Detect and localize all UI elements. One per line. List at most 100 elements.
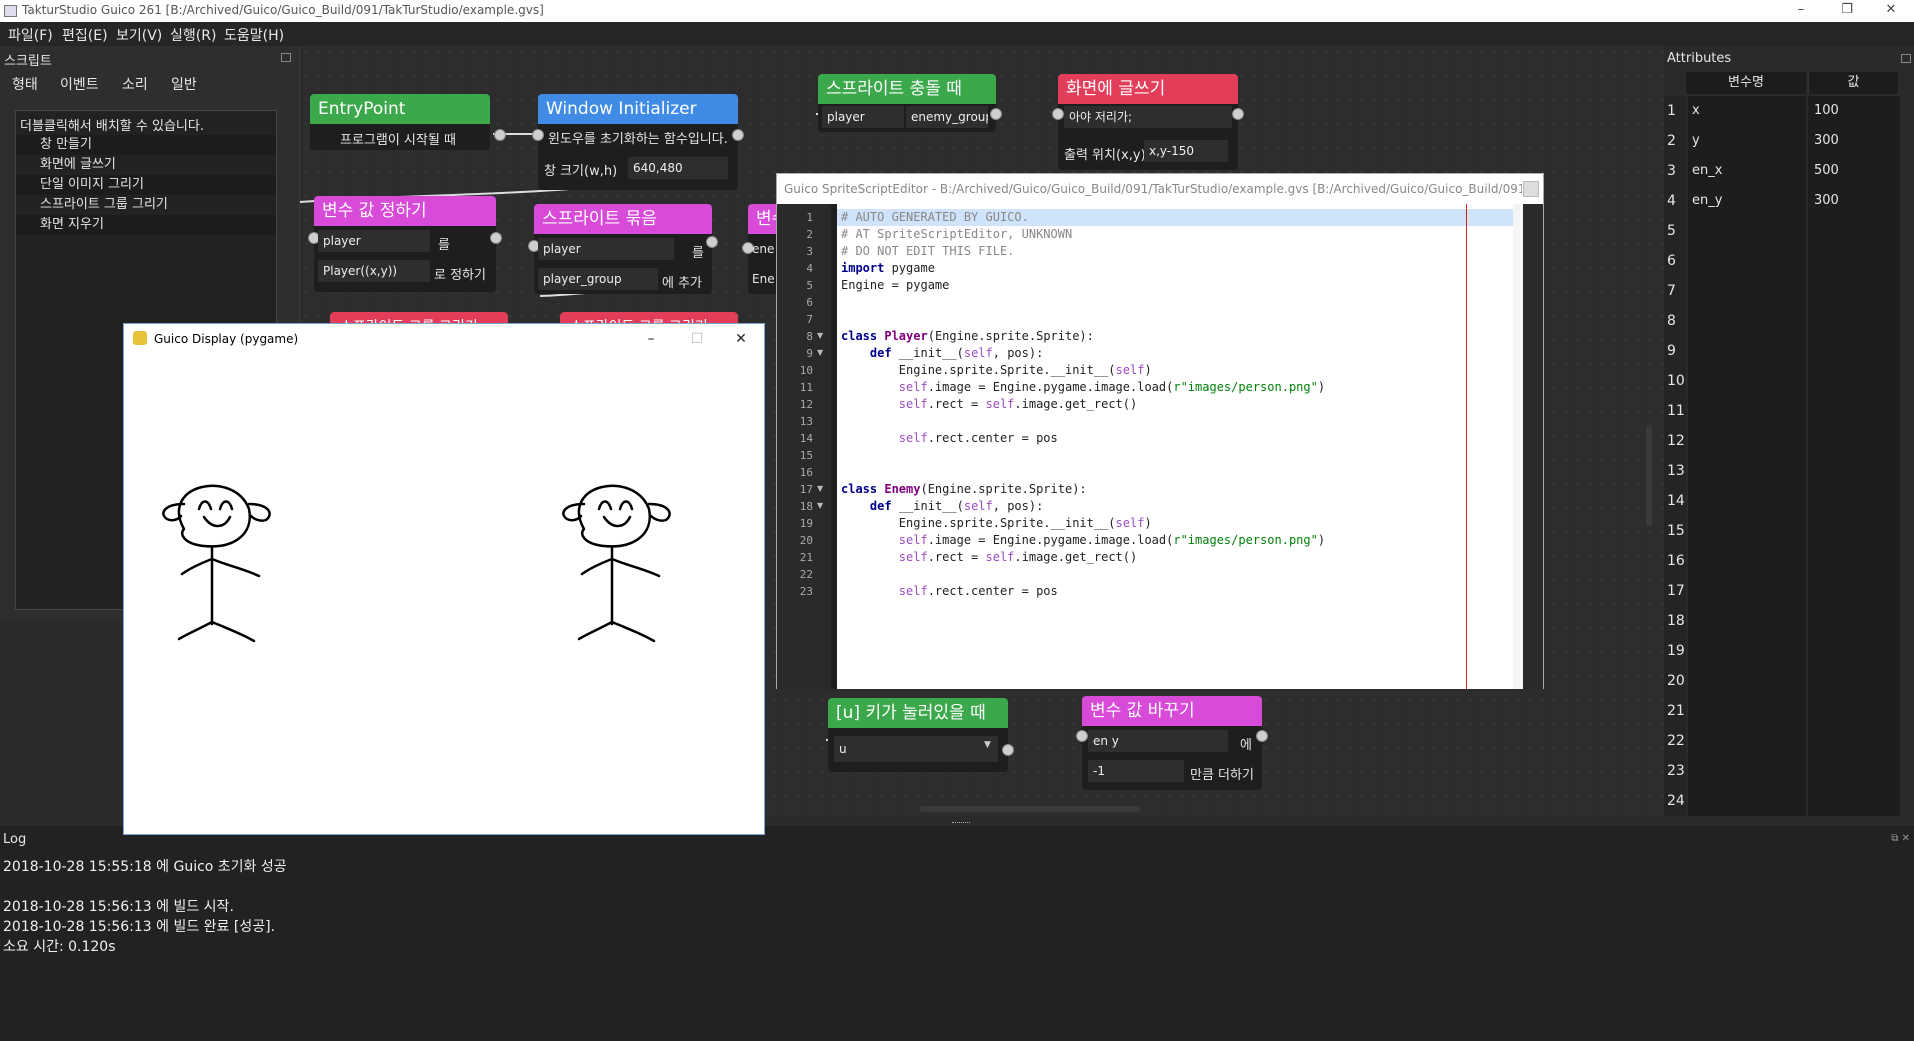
attribute-name-cell[interactable] (1688, 426, 1806, 456)
node-sprite-group[interactable]: 스프라이트 묶음 player 를 player_group 에 추가 (528, 204, 718, 294)
attribute-value-cell[interactable] (1808, 756, 1900, 786)
code-line[interactable]: def __init__(self, pos): (841, 345, 1043, 362)
attribute-name-cell[interactable] (1688, 516, 1806, 546)
list-item[interactable]: 창 만들기 (16, 135, 276, 155)
attribute-value-cell[interactable] (1808, 516, 1900, 546)
menu-run[interactable]: 실행(R) (170, 25, 216, 45)
minimize-button[interactable]: – (1778, 0, 1824, 22)
row-number[interactable]: 9 (1664, 336, 1686, 366)
output-port[interactable] (732, 129, 744, 141)
sprite-group-name-field[interactable]: player_group (538, 268, 658, 290)
row-number[interactable]: 12 (1664, 426, 1686, 456)
column-header-name[interactable]: 변수명 (1686, 72, 1806, 94)
row-number[interactable]: 6 (1664, 246, 1686, 276)
attribute-name-cell[interactable] (1688, 786, 1806, 816)
attribute-name-cell[interactable] (1688, 486, 1806, 516)
row-number[interactable]: 13 (1664, 456, 1686, 486)
attribute-name-cell[interactable] (1688, 216, 1806, 246)
attribute-value-cell[interactable] (1808, 276, 1900, 306)
menu-edit[interactable]: 편집(E) (62, 25, 108, 45)
code-line[interactable]: self.rect.center = pos (841, 583, 1058, 600)
attribute-name-cell[interactable] (1688, 306, 1806, 336)
row-number[interactable]: 16 (1664, 546, 1686, 576)
attribute-value-cell[interactable] (1808, 786, 1900, 816)
tab-event[interactable]: 이벤트 (60, 74, 99, 94)
attribute-name-cell[interactable] (1688, 666, 1806, 696)
attribute-value-cell[interactable] (1808, 486, 1900, 516)
row-number[interactable]: 22 (1664, 726, 1686, 756)
code-line[interactable]: Engine.sprite.Sprite.__init__(self) (841, 362, 1152, 379)
canvas-h-scrollbar[interactable] (920, 806, 1140, 812)
attribute-value-cell[interactable]: 100 (1808, 96, 1900, 126)
row-number[interactable]: 14 (1664, 486, 1686, 516)
input-port[interactable] (1052, 108, 1064, 120)
collide-sprite-field[interactable]: player (822, 106, 904, 128)
code-line[interactable]: # AUTO GENERATED BY GUICO. (841, 209, 1029, 226)
attribute-name-cell[interactable] (1688, 276, 1806, 306)
attribute-value-cell[interactable] (1808, 546, 1900, 576)
code-line[interactable]: # AT SpriteScriptEditor, UNKNOWN (841, 226, 1072, 243)
attribute-name-cell[interactable]: en_y (1688, 186, 1806, 216)
float-panel-icon[interactable] (1901, 54, 1911, 63)
node-change-variable[interactable]: 변수 값 바꾸기 en y 에 -1 만큼 더하기 (1076, 696, 1268, 790)
canvas-v-scrollbar[interactable] (1646, 426, 1652, 526)
input-port[interactable] (532, 129, 544, 141)
attribute-value-cell[interactable] (1808, 576, 1900, 606)
output-port[interactable] (990, 108, 1002, 120)
node-entrypoint[interactable]: EntryPoint 프로그램이 시작될 때 (310, 94, 506, 150)
pygame-minimize-button[interactable]: – (628, 324, 674, 354)
row-number[interactable]: 18 (1664, 606, 1686, 636)
list-item[interactable]: 스프라이트 그룹 그리기 (16, 195, 276, 215)
attribute-value-cell[interactable]: 300 (1808, 126, 1900, 156)
set-variable-value-field[interactable]: Player((x,y)) (318, 260, 430, 282)
row-number[interactable]: 20 (1664, 666, 1686, 696)
pygame-window[interactable]: Guico Display (pygame) – ☐ ✕ (123, 323, 765, 835)
fold-toggle-icon[interactable]: ▼ (817, 484, 823, 493)
pygame-title-bar[interactable]: Guico Display (pygame) – ☐ ✕ (124, 324, 764, 354)
code-line[interactable]: class Enemy(Engine.sprite.Sprite): (841, 481, 1087, 498)
code-line[interactable]: # DO NOT EDIT THIS FILE. (841, 243, 1014, 260)
code-line[interactable]: self.rect = self.image.get_rect() (841, 549, 1137, 566)
set-variable-name-field[interactable]: player (318, 230, 430, 252)
row-number[interactable]: 3 (1664, 156, 1686, 186)
attribute-value-cell[interactable] (1808, 306, 1900, 336)
attribute-value-cell[interactable]: 300 (1808, 186, 1900, 216)
attribute-value-cell[interactable] (1808, 696, 1900, 726)
attribute-value-cell[interactable] (1808, 336, 1900, 366)
list-item[interactable]: 화면에 글쓰기 (16, 155, 276, 175)
row-number[interactable]: 8 (1664, 306, 1686, 336)
pygame-close-button[interactable]: ✕ (718, 324, 764, 354)
attribute-name-cell[interactable] (1688, 246, 1806, 276)
node-write-text[interactable]: 화면에 글쓰기 아야 저리가; 출력 위치(x,y) x,y-150 (1052, 74, 1244, 170)
attribute-value-cell[interactable] (1808, 426, 1900, 456)
code-line[interactable]: self.rect = self.image.get_rect() (841, 396, 1137, 413)
output-port[interactable] (1002, 744, 1014, 756)
chevron-down-icon[interactable]: ▼ (984, 740, 991, 750)
attribute-name-cell[interactable] (1688, 636, 1806, 666)
fold-toggle-icon[interactable]: ▼ (817, 348, 823, 357)
attribute-name-cell[interactable]: en_x (1688, 156, 1806, 186)
code-line[interactable]: Engine.sprite.Sprite.__init__(self) (841, 515, 1152, 532)
fold-toggle-icon[interactable]: ▼ (817, 501, 823, 510)
list-item[interactable]: 단일 이미지 그리기 (16, 175, 276, 195)
code-area[interactable]: # AUTO GENERATED BY GUICO. # AT SpriteScr… (837, 204, 1543, 689)
output-port[interactable] (494, 129, 506, 141)
restore-button[interactable]: ❐ (1824, 0, 1870, 22)
row-number[interactable]: 19 (1664, 636, 1686, 666)
write-pos-field[interactable]: x,y-150 (1144, 140, 1228, 162)
code-line[interactable]: self.image = Engine.pygame.image.load(r"… (841, 379, 1325, 396)
attribute-name-cell[interactable] (1688, 696, 1806, 726)
sprite-script-editor[interactable]: Guico SpriteScriptEditor - B:/Archived/G… (776, 173, 1544, 689)
row-number[interactable]: 23 (1664, 756, 1686, 786)
attribute-name-cell[interactable]: y (1688, 126, 1806, 156)
output-port[interactable] (1232, 108, 1244, 120)
row-number[interactable]: 15 (1664, 516, 1686, 546)
attribute-value-cell[interactable] (1808, 606, 1900, 636)
splitter-handle[interactable] (952, 822, 970, 825)
attribute-name-cell[interactable] (1688, 456, 1806, 486)
attribute-name-cell[interactable] (1688, 576, 1806, 606)
row-number[interactable]: 1 (1664, 96, 1686, 126)
code-line[interactable]: def __init__(self, pos): (841, 498, 1043, 515)
input-port[interactable] (1076, 730, 1088, 742)
write-text-field[interactable]: 아야 저리가; (1064, 106, 1232, 128)
